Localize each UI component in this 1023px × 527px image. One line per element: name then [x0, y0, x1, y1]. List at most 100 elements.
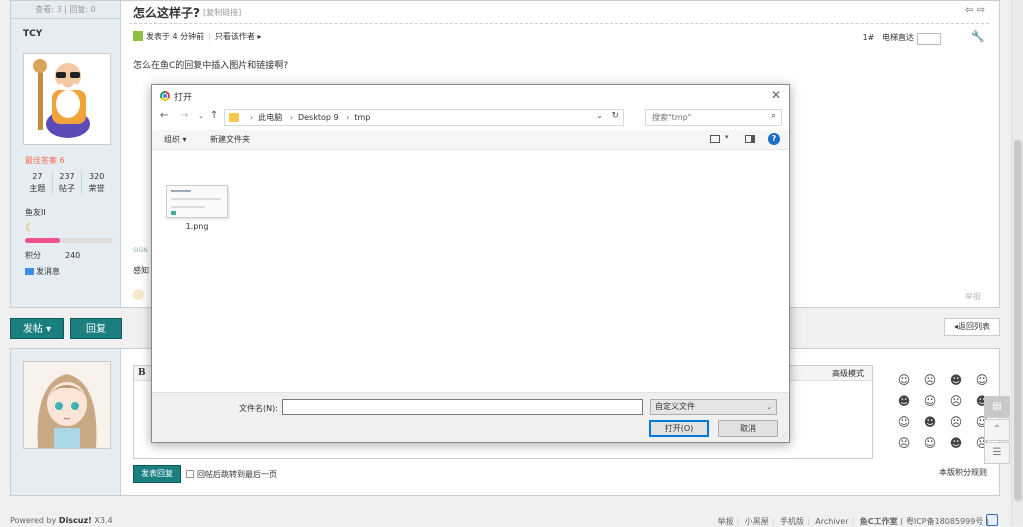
user-group[interactable]: 鱼友II: [25, 207, 46, 218]
view-icon[interactable]: [710, 135, 720, 143]
view-dropdown-icon[interactable]: ▾: [725, 133, 729, 141]
comment-icon[interactable]: ▤: [984, 396, 1010, 418]
address-bar[interactable]: › 此电脑 › Desktop 9 › tmp ⌄ ↻: [224, 109, 624, 126]
discuz-link[interactable]: Discuz!: [59, 516, 92, 525]
smiley-icon[interactable]: ☺: [891, 373, 917, 387]
my-avatar[interactable]: [23, 361, 111, 449]
chevron-down-icon: ⌄: [766, 403, 772, 411]
score-rules-link[interactable]: 本版积分规则: [939, 467, 987, 478]
smiley-icon[interactable]: ☻: [891, 394, 917, 408]
preview-pane-icon[interactable]: [745, 135, 755, 143]
footer-icp-link[interactable]: ( 粤ICP备18085999号 ): [900, 517, 989, 526]
thread-nav: ⇦ ⇨: [965, 5, 985, 16]
smiley-icon[interactable]: ☻: [943, 436, 969, 450]
footer-mobile-link[interactable]: 手机版: [780, 517, 804, 526]
new-folder-button[interactable]: 新建文件夹: [210, 134, 250, 145]
forward-arrow-icon[interactable]: →: [180, 110, 188, 121]
chrome-icon: [160, 91, 170, 101]
footer-archiver-link[interactable]: Archiver: [815, 517, 848, 526]
smiley-panel: ☺ ☹ ☻ ☺ ☻ ☺ ☹ ☻ ☺ ☻ ☹ ☺ ☹ ☺ ☻ ☹: [891, 373, 995, 450]
recent-dropdown-icon[interactable]: ⌄: [198, 112, 204, 120]
smiley-icon[interactable]: ☻: [943, 373, 969, 387]
back-to-top-icon[interactable]: ⌃: [984, 419, 1010, 441]
bold-button[interactable]: B: [138, 368, 146, 378]
list-icon[interactable]: ☰: [984, 442, 1010, 464]
smiley-icon[interactable]: ☻: [917, 415, 943, 429]
beian-icon[interactable]: [986, 514, 998, 526]
smiley-icon[interactable]: ☺: [917, 394, 943, 408]
floor-number: 1#: [862, 33, 875, 42]
address-row: ← → ⌄ ↑ ›此电脑 ›Desktop 9 ›tmp ⌄ ↻ ⌕: [152, 107, 789, 127]
search-input[interactable]: [646, 110, 756, 125]
smiley-icon[interactable]: ☹: [943, 394, 969, 408]
caret-down-icon: ▾: [182, 135, 187, 144]
author-name[interactable]: TCY: [11, 19, 120, 39]
filename-label: 文件名(N):: [239, 404, 278, 413]
coin-icon[interactable]: [133, 289, 144, 300]
advanced-mode-link[interactable]: 高级模式: [832, 368, 864, 379]
open-button[interactable]: 打开(O): [649, 420, 709, 437]
help-icon[interactable]: ?: [768, 133, 780, 145]
file-thumbnail: [166, 185, 228, 218]
smiley-icon[interactable]: ☹: [943, 415, 969, 429]
organize-menu[interactable]: 组织 ▾: [164, 134, 187, 145]
back-arrow-icon[interactable]: ←: [160, 110, 168, 121]
count-threads[interactable]: 27 主题: [23, 171, 53, 195]
thread-title: 怎么这样子?: [133, 6, 200, 20]
smiley-icon[interactable]: ☺: [917, 436, 943, 450]
return-list-button[interactable]: ◂返回列表: [944, 318, 1000, 336]
smiley-icon[interactable]: ☹: [917, 373, 943, 387]
footer-blacklist-link[interactable]: 小黑屋: [745, 517, 769, 526]
floating-tools: ▤ ⌃ ☰: [984, 396, 1010, 465]
file-name: 1.png: [185, 222, 209, 231]
search-icon[interactable]: ⌕: [771, 111, 776, 121]
report-link[interactable]: 举报: [965, 291, 981, 302]
crumb-tmp[interactable]: tmp: [354, 113, 370, 122]
reply-button[interactable]: 回复: [70, 318, 122, 339]
next-thread-icon[interactable]: ⇨: [977, 5, 985, 16]
author-counts: 27 主题 237 帖子 320 荣誉: [23, 171, 111, 195]
reply-sidebar: [11, 349, 121, 495]
submit-reply-button[interactable]: 发表回复: [133, 465, 181, 483]
footer-studio-link[interactable]: 鱼C工作室: [860, 517, 898, 526]
crumb-desktop[interactable]: Desktop 9: [298, 113, 339, 122]
wrench-icon[interactable]: 🔧: [971, 30, 985, 43]
send-message-link[interactable]: 发消息: [25, 266, 60, 277]
new-post-button[interactable]: 发帖 ▾: [10, 318, 64, 339]
caret-down-icon: ▾: [46, 324, 52, 335]
count-posts[interactable]: 237 帖子: [53, 171, 83, 195]
author-avatar[interactable]: [23, 53, 111, 145]
scrollbar-thumb[interactable]: [1014, 140, 1021, 500]
count-honor[interactable]: 320 荣誉: [82, 171, 111, 195]
caret-right-icon: ▸: [257, 32, 262, 41]
file-item[interactable]: 1.png: [164, 185, 230, 231]
up-arrow-icon[interactable]: ↑: [210, 110, 218, 121]
filetype-select[interactable]: 自定义文件 ⌄: [650, 399, 777, 415]
level-progress-bar: [25, 238, 113, 243]
page-scrollbar[interactable]: [1011, 0, 1023, 526]
address-dropdown-icon[interactable]: ⌄: [596, 111, 603, 120]
dialog-titlebar[interactable]: 打开 ✕: [152, 85, 789, 107]
only-author-link[interactable]: 只看该作者: [215, 32, 255, 41]
checkbox-box[interactable]: [186, 470, 194, 478]
refresh-icon[interactable]: ↻: [611, 111, 619, 121]
floor-jump-label: 电梯直达: [882, 33, 914, 42]
cancel-button[interactable]: 取消: [718, 420, 778, 437]
post-content: 怎么在鱼C的回复中插入图片和链接啊?: [133, 61, 289, 71]
jump-last-checkbox[interactable]: 回帖后跳转到最后一页: [186, 469, 277, 480]
prev-thread-icon[interactable]: ⇦: [965, 5, 973, 16]
smiley-icon[interactable]: ☹: [891, 436, 917, 450]
crumb-this-pc[interactable]: 此电脑: [258, 113, 282, 122]
smiley-icon[interactable]: ☺: [891, 415, 917, 429]
floor-jump-input[interactable]: [917, 32, 941, 45]
post-time: 发表于 4 分钟前: [146, 32, 205, 41]
close-icon[interactable]: ✕: [771, 88, 781, 102]
divider: [129, 23, 989, 24]
copy-link[interactable]: [复制链接]: [203, 7, 241, 18]
author-sidebar: 查看: 3 | 回复: 0 TCY 最佳答案 6 27 主题 237 帖子 320 荣…: [11, 1, 121, 307]
filename-input[interactable]: [282, 399, 643, 415]
resize-grip-icon[interactable]: ⋰: [780, 432, 787, 440]
level-moon-icon: ☾: [25, 221, 35, 234]
footer-report-link[interactable]: 举报: [718, 517, 734, 526]
smiley-icon[interactable]: ☺: [969, 373, 995, 387]
